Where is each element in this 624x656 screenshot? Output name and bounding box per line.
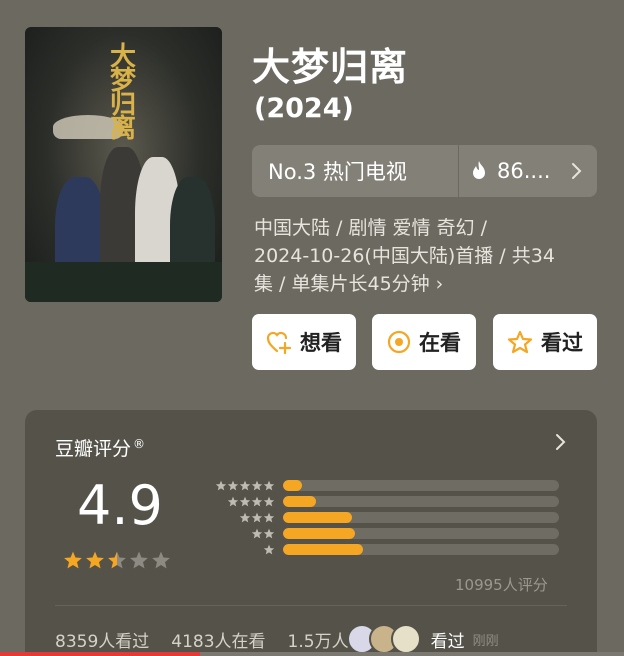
small-star-icon: [239, 512, 251, 522]
show-year: (2024): [254, 93, 354, 124]
small-star-icon: [251, 528, 263, 538]
poster-ground: [25, 262, 222, 302]
poster-title-art: 大梦归离: [109, 42, 136, 144]
rank-label[interactable]: No.3 热门电视: [252, 156, 458, 186]
star-icon: [130, 551, 148, 569]
rating-label: 豆瓣评分 ®: [55, 436, 146, 460]
distribution-bar: [283, 527, 355, 539]
audience-summary[interactable]: 8359人看过 4183人在看 1.5万人 看过 刚刚: [55, 624, 499, 654]
small-star-icon: [263, 496, 275, 506]
distribution-stars: [200, 480, 275, 491]
rank-pill[interactable]: No.3 热门电视 86....: [252, 145, 597, 197]
rating-distribution-row: [200, 527, 559, 539]
distribution-stars: [200, 496, 275, 507]
distribution-bar: [283, 495, 317, 507]
heat-indicator[interactable]: 86....: [459, 159, 597, 183]
watching-count[interactable]: 4183人在看: [171, 627, 265, 652]
small-star-icon: [263, 480, 275, 490]
distribution-stars: [200, 544, 275, 555]
avatar: [390, 624, 421, 654]
small-star-icon: [215, 480, 227, 490]
meta-more-icon[interactable]: ›: [436, 273, 444, 295]
star-icon: [152, 551, 170, 569]
star-icon: [86, 551, 104, 569]
small-star-icon: [227, 496, 239, 506]
rating-distribution-row: [200, 479, 559, 491]
distribution-track: [283, 495, 559, 507]
small-star-icon: [251, 480, 263, 490]
rating-distribution-row: [200, 495, 559, 507]
target-icon: [387, 330, 411, 354]
small-star-icon: [263, 544, 275, 554]
show-poster[interactable]: 大梦归离: [25, 27, 222, 302]
distribution-stars: [200, 528, 275, 539]
distribution-bar: [283, 479, 303, 491]
rating-score: 4.9: [77, 474, 163, 537]
star-outline-icon: [507, 330, 533, 354]
meta-line: 2024-10-26(中国大陆)首播 / 共34: [254, 245, 555, 267]
recent-action: 看过: [430, 631, 465, 652]
video-progress-fill: [0, 652, 200, 656]
distribution-track: [283, 543, 559, 555]
distribution-bar: [283, 543, 364, 555]
chevron-right-icon[interactable]: [553, 432, 567, 452]
heart-plus-icon: [266, 331, 292, 354]
divider: [55, 605, 567, 606]
show-meta[interactable]: 中国大陆 / 剧情 爱情 奇幻 / 2024-10-26(中国大陆)首播 / 共…: [254, 214, 599, 298]
rating-stars: [63, 550, 173, 570]
star-icon: [108, 551, 126, 569]
chevron-right-icon[interactable]: [569, 162, 583, 180]
want-count[interactable]: 1.5万人: [288, 627, 349, 652]
meta-line: 中国大陆 / 剧情 爱情 奇幻 /: [254, 217, 488, 239]
distribution-stars: [200, 512, 275, 523]
fire-icon: [473, 161, 485, 179]
distribution-track: [283, 511, 559, 523]
want-label: 想看: [300, 331, 342, 355]
recent-time: 刚刚: [472, 633, 499, 649]
rating-distribution-row: [200, 511, 559, 523]
watching-label: 在看: [419, 331, 461, 355]
meta-line: 集 / 单集片长45分钟: [254, 273, 430, 295]
seen-count[interactable]: 8359人看过: [55, 627, 149, 652]
distribution-track: [283, 479, 559, 491]
star-icon: [64, 551, 82, 569]
rating-card[interactable]: 豆瓣评分 ® 4.9 10995人评分 8359人看过 4183人在看 1.5万人…: [25, 410, 597, 656]
show-title: 大梦归离: [252, 45, 409, 89]
small-star-icon: [251, 496, 263, 506]
watched-button[interactable]: 看过: [493, 314, 597, 370]
small-star-icon: [227, 480, 239, 490]
small-star-icon: [263, 512, 275, 522]
avatar-group[interactable]: [346, 624, 421, 654]
heat-value: 86....: [497, 159, 551, 183]
distribution-track: [283, 527, 559, 539]
video-progress-bar[interactable]: [0, 652, 624, 656]
want-to-watch-button[interactable]: 想看: [252, 314, 356, 370]
small-star-icon: [251, 512, 263, 522]
small-star-icon: [263, 528, 275, 538]
watching-button[interactable]: 在看: [372, 314, 476, 370]
small-star-icon: [239, 480, 251, 490]
rating-distribution-row: [200, 543, 559, 555]
rating-count: 10995人评分: [455, 576, 548, 594]
distribution-bar: [283, 511, 352, 523]
small-star-icon: [239, 496, 251, 506]
watched-label: 看过: [541, 331, 583, 355]
